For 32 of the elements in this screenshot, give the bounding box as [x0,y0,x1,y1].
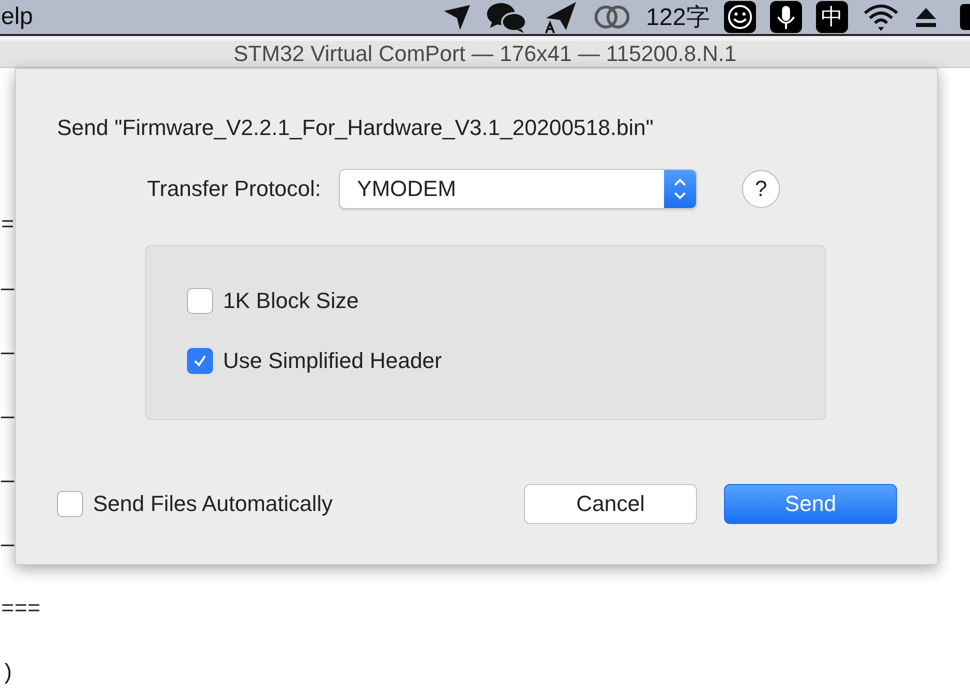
terminal-line: — [1,532,14,560]
wifi-icon[interactable] [862,2,900,32]
microphone-icon[interactable] [770,1,802,33]
word-count[interactable]: 122字 [646,1,710,33]
checkbox[interactable] [187,288,213,314]
smiley-icon[interactable] [724,1,756,33]
terminal-line: — [1,340,14,368]
terminal-line: ) [1,660,14,688]
cancel-button[interactable]: Cancel [524,484,697,524]
option-label: Use Simplified Header [223,348,442,374]
terminal-line: — [1,404,14,432]
paper-plane-icon[interactable] [442,3,472,31]
checkbox[interactable] [57,491,83,517]
dialog-heading: Send "Firmware_V2.2.1_For_Hardware_V3.1_20200518.bin" [57,115,655,141]
option-label: Send Files Automatically [93,491,333,517]
chat-bubbles-icon[interactable] [486,1,528,33]
cloud-icon[interactable] [592,4,632,30]
terminal-line: — [1,468,14,496]
window-title: STM32 Virtual ComPort — 176x41 — 115200.8.N.1 [234,41,736,67]
terminal-line: — [1,276,14,304]
help-button[interactable]: ? [742,170,780,208]
status-icon[interactable] [960,4,970,30]
checkmark-icon [192,353,208,369]
terminal-line: === [1,596,41,624]
protocol-dropdown[interactable]: YMODEM [339,169,698,209]
checkbox[interactable] [187,348,213,374]
input-method-indicator[interactable]: 中 [816,1,848,33]
protocol-label: Transfer Protocol: [147,176,322,202]
menu-item[interactable]: elp [1,3,34,31]
chevrons-icon [672,176,688,202]
eject-icon[interactable] [914,6,938,28]
option-label: 1K Block Size [223,288,359,314]
